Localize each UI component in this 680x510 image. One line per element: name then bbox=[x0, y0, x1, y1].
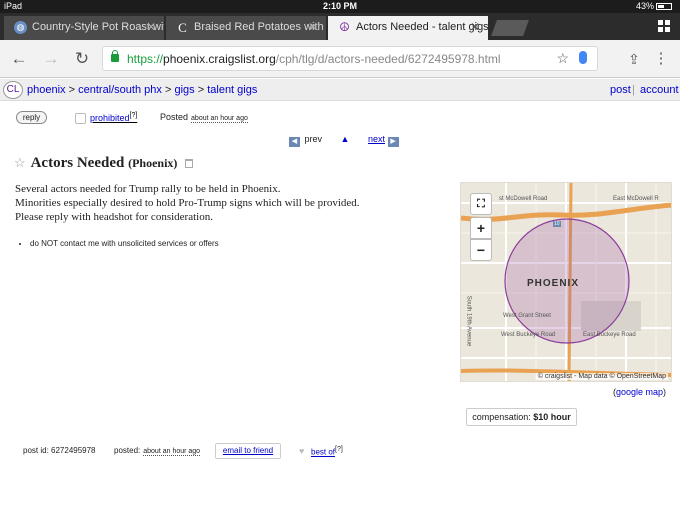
breadcrumb-separator: > bbox=[164, 84, 172, 96]
tab-title: Actors Needed - talent gigs bbox=[356, 21, 488, 33]
compensation-box: compensation: $10 hour bbox=[466, 408, 577, 426]
breadcrumb-item-talent-gigs[interactable]: talent gigs bbox=[207, 84, 257, 96]
new-tab-button[interactable] bbox=[491, 20, 529, 36]
battery-percent: 43% bbox=[635, 1, 654, 11]
prohibited-link[interactable]: prohibited bbox=[90, 113, 130, 123]
prohibited-flag[interactable]: prohibited[?] bbox=[90, 112, 137, 123]
fullscreen-icon[interactable]: ⛶ bbox=[470, 193, 492, 215]
posting-title: ☆ Actors Needed (Phoenix) bbox=[14, 155, 194, 172]
close-icon[interactable]: ✕ bbox=[308, 20, 318, 34]
tab-actors-needed[interactable]: ☮ Actors Needed - talent gigs ✕ bbox=[328, 16, 488, 40]
tab-switcher-icon[interactable] bbox=[658, 20, 670, 32]
compensation-value: $10 hour bbox=[533, 412, 571, 422]
close-icon[interactable]: ✕ bbox=[146, 20, 156, 34]
microphone-icon[interactable] bbox=[579, 51, 587, 64]
tab-title: Country-Style Pot Roast with bbox=[32, 21, 164, 33]
clock: 2:10 PM bbox=[322, 1, 357, 11]
map-street-label: West Buckeye Road bbox=[501, 332, 556, 338]
post-link[interactable]: post bbox=[610, 84, 631, 96]
url-host: phoenix.craigslist.org bbox=[163, 52, 276, 66]
zoom-in-button[interactable]: + bbox=[470, 217, 492, 239]
next-link[interactable]: next bbox=[368, 134, 385, 144]
best-of-flag[interactable]: best of[?] bbox=[311, 446, 343, 457]
help-sup[interactable]: [?] bbox=[335, 446, 343, 453]
breadcrumb-separator: > bbox=[68, 84, 76, 96]
notice-item: do NOT contact me with unsolicited servi… bbox=[30, 239, 219, 248]
close-icon[interactable]: ✕ bbox=[470, 20, 480, 34]
hide-trash-icon[interactable] bbox=[185, 159, 194, 168]
map-street-label: West Grant Street bbox=[503, 313, 551, 319]
best-of-link[interactable]: best of bbox=[311, 448, 335, 457]
posted-label: Posted bbox=[160, 112, 189, 122]
next-arrow-icon[interactable]: ▶ bbox=[387, 137, 399, 147]
breadcrumb-item-central-south-phx[interactable]: central/south phx bbox=[78, 84, 162, 96]
zoom-out-button[interactable]: − bbox=[470, 239, 492, 261]
more-menu-icon[interactable]: ⋮ bbox=[650, 48, 672, 70]
c-logo-icon: C bbox=[178, 20, 187, 35]
prev-link[interactable]: prev bbox=[305, 134, 323, 144]
posting-title-text: Actors Needed bbox=[30, 155, 125, 171]
tab-strip: ◍ Country-Style Pot Roast with ✕ C Brais… bbox=[0, 13, 680, 40]
craigslist-logo[interactable]: CL bbox=[3, 81, 23, 99]
breadcrumb-item-gigs[interactable]: gigs bbox=[174, 84, 194, 96]
google-map-link[interactable]: (google map) bbox=[613, 387, 666, 397]
globe-icon: ◍ bbox=[14, 21, 27, 34]
posted-time: about an hour ago bbox=[143, 448, 201, 456]
url-path: /cph/tlg/d/actors-needed/6272495978.html bbox=[275, 52, 501, 66]
heart-icon: ♥ bbox=[299, 446, 305, 456]
interstate-shield: 10 bbox=[553, 221, 561, 227]
google-map-anchor[interactable]: google map bbox=[616, 387, 663, 397]
breadcrumb-trail: phoenix > central/south phx > gigs > tal… bbox=[27, 84, 257, 96]
posted-label: posted: bbox=[114, 446, 141, 455]
ios-status-bar: iPad 2:10 PM 43% bbox=[0, 0, 680, 13]
favorite-star-icon[interactable]: ☆ bbox=[14, 155, 26, 170]
flag-checkbox[interactable] bbox=[75, 113, 86, 124]
map-street-label: st McDowell Road bbox=[499, 196, 548, 202]
compensation-label: compensation: bbox=[472, 412, 531, 422]
bookmark-star-icon[interactable]: ☆ bbox=[556, 50, 569, 67]
back-arrow-icon[interactable]: ← bbox=[8, 48, 30, 70]
map-attribution: © craigslist - Map data © OpenStreetMap bbox=[535, 373, 668, 380]
body-line: Please reply with headshot for considera… bbox=[15, 211, 213, 223]
map-street-label: East Buckeye Road bbox=[583, 332, 636, 338]
notices-list: do NOT contact me with unsolicited servi… bbox=[18, 239, 219, 248]
tab-title: Braised Red Potatoes with L bbox=[194, 21, 326, 33]
url-scheme: https:// bbox=[127, 52, 164, 66]
browser-toolbar: ← → ↻ https://phoenix.craigslist.org/cph… bbox=[0, 40, 680, 78]
up-link[interactable]: ▲ bbox=[341, 134, 350, 144]
posting-body: Several actors needed for Trump rally to… bbox=[15, 182, 445, 224]
body-line: Several actors needed for Trump rally to… bbox=[15, 183, 281, 195]
divider: | bbox=[632, 84, 635, 96]
battery-icon bbox=[656, 3, 672, 10]
battery-status: 43% bbox=[636, 1, 672, 11]
breadcrumb-item-phoenix[interactable]: phoenix bbox=[27, 84, 66, 96]
reload-icon[interactable]: ↻ bbox=[71, 48, 93, 70]
email-to-friend-button[interactable]: email to friend bbox=[215, 443, 281, 459]
posting-area: (Phoenix) bbox=[128, 156, 178, 170]
body-line: Minorities especially desired to hold Pr… bbox=[15, 197, 360, 209]
breadcrumb-separator: > bbox=[197, 84, 205, 96]
breadcrumb: CL phoenix > central/south phx > gigs > … bbox=[0, 79, 680, 101]
posted-time: about an hour ago bbox=[191, 115, 248, 123]
map-street-label: South 19th Avenue bbox=[465, 295, 472, 347]
reply-button[interactable]: reply bbox=[16, 111, 47, 124]
account-link[interactable]: account bbox=[640, 84, 679, 96]
lock-icon bbox=[111, 50, 119, 62]
peace-icon: ☮ bbox=[339, 20, 350, 34]
prev-arrow-icon[interactable]: ◀ bbox=[289, 137, 300, 147]
location-map[interactable]: ⛶ + − st McDowell Road East McDowell R 1… bbox=[460, 182, 672, 382]
share-icon[interactable]: ⇪ bbox=[623, 48, 645, 70]
address-bar[interactable]: https://phoenix.craigslist.org/cph/tlg/d… bbox=[102, 46, 598, 71]
post-id: post id: 6272495978 bbox=[23, 446, 96, 455]
tab-red-potatoes[interactable]: C Braised Red Potatoes with L ✕ bbox=[166, 16, 326, 40]
posting-nav: ◀ prev ▲ next ▶ bbox=[289, 134, 399, 147]
map-city-label: PHOENIX bbox=[527, 278, 580, 289]
posted-info: Posted about an hour ago bbox=[160, 112, 248, 123]
posted-info-footer: posted: about an hour ago bbox=[114, 446, 201, 456]
map-street-label: East McDowell R bbox=[613, 196, 659, 202]
tab-pot-roast[interactable]: ◍ Country-Style Pot Roast with ✕ bbox=[4, 16, 164, 40]
help-sup[interactable]: [?] bbox=[130, 112, 138, 119]
forward-arrow-icon[interactable]: → bbox=[40, 48, 62, 70]
